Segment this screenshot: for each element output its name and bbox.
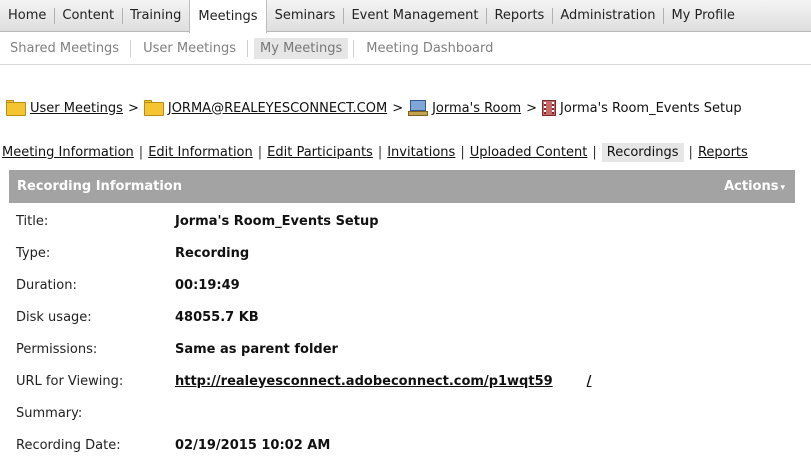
detail-row-permissions: Permissions: Same as parent folder xyxy=(16,333,591,365)
subnav-user-meetings[interactable]: User Meetings xyxy=(130,38,242,59)
nav-tab-reports[interactable]: Reports xyxy=(486,0,552,31)
url-label: URL for Viewing: xyxy=(16,373,124,389)
nav-tab-administration[interactable]: Administration xyxy=(552,0,663,31)
recording-icon xyxy=(542,100,557,116)
breadcrumb-meeting-room[interactable]: Jorma's Room xyxy=(432,101,521,116)
tab-separator: | xyxy=(377,144,383,160)
disk-usage-label: Disk usage: xyxy=(16,309,92,325)
tab-meeting-information[interactable]: Meeting Information xyxy=(2,143,134,162)
detail-row-duration: Duration: 00:19:49 xyxy=(16,269,591,301)
panel-title: Recording Information xyxy=(17,179,182,194)
breadcrumb-user-folder[interactable]: JORMA@REALEYESCONNECT.COM xyxy=(168,101,387,116)
breadcrumb-user-meetings[interactable]: User Meetings xyxy=(30,101,123,116)
tab-separator: | xyxy=(460,144,465,160)
recording-date-value: 02/19/2015 10:02 AM xyxy=(175,437,331,453)
detail-row-title: Title: Jorma's Room_Events Setup xyxy=(16,205,591,237)
breadcrumb-separator: > xyxy=(127,100,139,116)
tab-separator: | xyxy=(592,144,597,160)
tab-separator: | xyxy=(688,144,693,160)
breadcrumb-current-recording: Jorma's Room_Events Setup xyxy=(560,100,742,116)
detail-row-disk-usage: Disk usage: 48055.7 KB xyxy=(16,301,591,333)
tab-invitations[interactable]: Invitations xyxy=(387,143,455,162)
detail-row-summary: Summary: xyxy=(16,397,591,429)
recording-date-label: Recording Date: xyxy=(16,437,121,453)
breadcrumb: User Meetings > JORMA@REALEYESCONNECT.CO… xyxy=(6,98,742,118)
folder-icon xyxy=(143,100,164,116)
folder-icon xyxy=(6,100,26,116)
sub-navigation: Shared Meetings User Meetings My Meeting… xyxy=(0,33,811,65)
subnav-meeting-dashboard[interactable]: Meeting Dashboard xyxy=(353,38,499,59)
tab-reports[interactable]: Reports xyxy=(698,143,748,162)
tab-uploaded-content[interactable]: Uploaded Content xyxy=(470,143,588,162)
nav-tab-meetings[interactable]: Meetings xyxy=(189,0,267,33)
subnav-shared-meetings[interactable]: Shared Meetings xyxy=(4,38,125,59)
meeting-room-icon xyxy=(408,100,429,116)
detail-row-recording-date: Recording Date: 02/19/2015 10:02 AM xyxy=(16,429,591,461)
url-value-wrapper: http://realeyesconnect.adobeconnect.com/… xyxy=(175,374,591,389)
nav-tab-seminars[interactable]: Seminars xyxy=(267,0,344,31)
disk-usage-value: 48055.7 KB xyxy=(175,309,259,325)
meeting-tabs: Meeting Information | Edit Information |… xyxy=(2,141,748,163)
nav-tab-content[interactable]: Content xyxy=(54,0,122,31)
top-navigation: Home Content Training Meetings Seminars … xyxy=(0,0,811,33)
detail-row-type: Type: Recording xyxy=(16,237,591,269)
tab-recordings[interactable]: Recordings xyxy=(601,142,684,162)
duration-label: Duration: xyxy=(16,277,77,293)
tab-edit-participants[interactable]: Edit Participants xyxy=(267,143,373,162)
summary-label: Summary: xyxy=(16,405,83,421)
recording-details: Title: Jorma's Room_Events Setup Type: R… xyxy=(16,205,591,461)
detail-row-url: URL for Viewing: http://realeyesconnect.… xyxy=(16,365,591,397)
recording-information-header: Recording Information Actions ▾ xyxy=(9,170,795,203)
nav-tab-event-management[interactable]: Event Management xyxy=(343,0,486,31)
nav-tab-home[interactable]: Home xyxy=(0,0,54,31)
title-value: Jorma's Room_Events Setup xyxy=(175,213,379,229)
actions-menu-button[interactable]: Actions ▾ xyxy=(724,179,785,194)
permissions-label: Permissions: xyxy=(16,341,98,357)
tab-edit-information[interactable]: Edit Information xyxy=(148,143,253,162)
tab-separator: | xyxy=(138,144,144,160)
type-value: Recording xyxy=(175,245,250,261)
actions-label: Actions xyxy=(724,179,779,194)
viewing-url-link[interactable]: http://realeyesconnect.adobeconnect.com/… xyxy=(175,374,553,389)
url-trailing-link[interactable]: / xyxy=(587,374,592,389)
permissions-value: Same as parent folder xyxy=(175,341,338,357)
duration-value: 00:19:49 xyxy=(175,277,240,293)
nav-tab-training[interactable]: Training xyxy=(122,0,189,31)
chevron-down-icon: ▾ xyxy=(780,183,785,193)
breadcrumb-separator: > xyxy=(526,100,538,116)
breadcrumb-separator: > xyxy=(392,100,404,116)
nav-tab-my-profile[interactable]: My Profile xyxy=(663,0,742,31)
type-label: Type: xyxy=(16,245,51,261)
subnav-my-meetings[interactable]: My Meetings xyxy=(247,38,349,59)
title-label: Title: xyxy=(16,213,49,229)
tab-separator: | xyxy=(257,144,263,160)
